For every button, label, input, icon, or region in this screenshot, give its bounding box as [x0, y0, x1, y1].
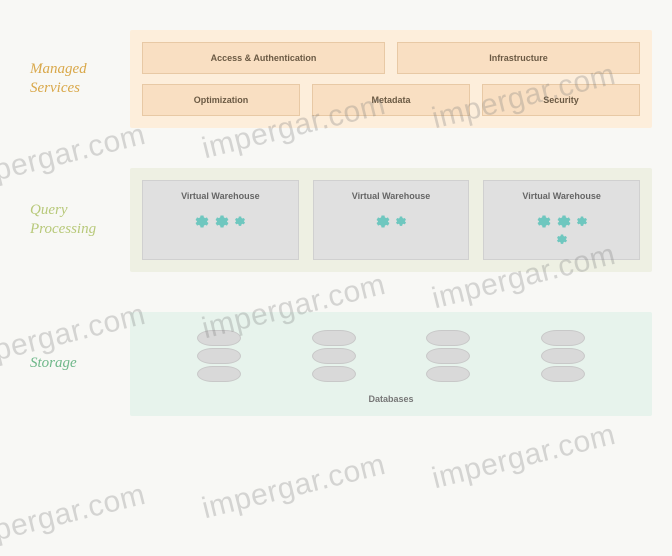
gear-icon [555, 211, 573, 229]
label-query-processing: Query Processing [20, 201, 130, 240]
gear-icon [535, 211, 553, 229]
gear-icon [233, 213, 247, 227]
gear-cluster-icon [190, 211, 250, 229]
body-storage: Databases [130, 312, 652, 416]
database-icon [426, 330, 470, 382]
layer-managed-services: Managed Services Access & Authentication… [20, 30, 652, 128]
query-row: Virtual Warehouse Virtual Warehouse Virt… [142, 180, 640, 260]
database-icon [312, 330, 356, 382]
label-storage: Storage [20, 354, 130, 374]
managed-row-2: Optimization Metadata Security [142, 84, 640, 116]
box-infrastructure: Infrastructure [397, 42, 640, 74]
box-virtual-warehouse-2: Virtual Warehouse [313, 180, 470, 260]
vw-title-2: Virtual Warehouse [320, 191, 463, 201]
storage-row [142, 324, 640, 386]
layer-storage: Storage Databases [20, 312, 652, 416]
gear-icon [394, 213, 408, 227]
gear-icon [213, 211, 231, 229]
box-optimization: Optimization [142, 84, 300, 116]
database-icon [541, 330, 585, 382]
box-virtual-warehouse-3: Virtual Warehouse [483, 180, 640, 260]
label-managed-services: Managed Services [20, 60, 130, 99]
vw-title-1: Virtual Warehouse [149, 191, 292, 201]
gear-icon [575, 213, 589, 227]
gear-icon [555, 231, 569, 245]
box-metadata: Metadata [312, 84, 470, 116]
watermark-text: impergar.com [429, 418, 619, 496]
watermark-text: impergar.com [0, 478, 149, 556]
gear-icon [193, 211, 211, 229]
gear-icon [374, 211, 392, 229]
body-managed-services: Access & Authentication Infrastructure O… [130, 30, 652, 128]
box-access-authentication: Access & Authentication [142, 42, 385, 74]
watermark-text: impergar.com [199, 448, 389, 526]
managed-row-1: Access & Authentication Infrastructure [142, 42, 640, 74]
gear-cluster-icon [361, 211, 421, 229]
box-security: Security [482, 84, 640, 116]
body-query-processing: Virtual Warehouse Virtual Warehouse Virt… [130, 168, 652, 272]
layer-query-processing: Query Processing Virtual Warehouse Virtu… [20, 168, 652, 272]
box-virtual-warehouse-1: Virtual Warehouse [142, 180, 299, 260]
vw-title-3: Virtual Warehouse [490, 191, 633, 201]
gear-cluster-icon [532, 211, 592, 245]
storage-caption: Databases [142, 394, 640, 404]
database-icon [197, 330, 241, 382]
